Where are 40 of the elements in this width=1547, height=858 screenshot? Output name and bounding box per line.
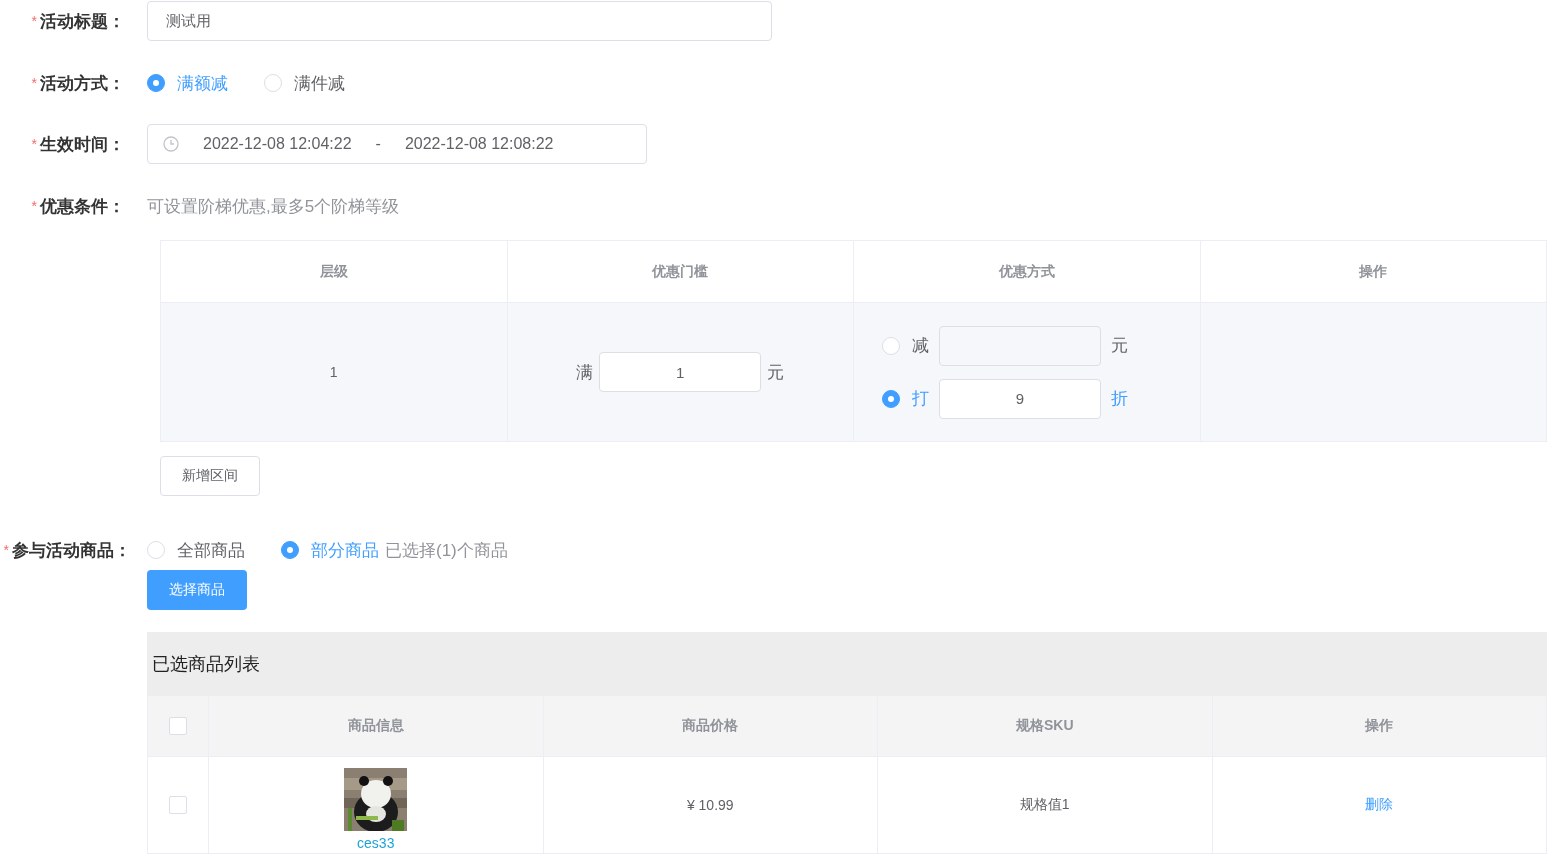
required-mark: *	[31, 198, 37, 214]
field-label: 生效时间：	[40, 133, 125, 156]
column-header: 规格SKU	[878, 696, 1213, 757]
threshold-input[interactable]: 1	[599, 352, 762, 392]
discount-radio[interactable]: 减	[882, 334, 929, 357]
column-header: 操作	[1212, 696, 1547, 757]
field-label: 活动标题：	[40, 10, 125, 33]
clock-icon	[163, 136, 179, 152]
column-header: 操作	[1200, 241, 1547, 303]
field-label: 参与活动商品：	[12, 539, 131, 562]
column-header: 商品价格	[543, 696, 878, 757]
panel-title: 已选商品列表	[151, 653, 261, 676]
unit-label: 元	[1111, 335, 1128, 357]
selection-note: 已选择(1)个商品	[385, 539, 508, 562]
field-label: 活动方式：	[40, 72, 125, 95]
required-mark: *	[3, 542, 9, 558]
condition-hint: 可设置阶梯优惠,最多5个阶梯等级	[147, 195, 400, 218]
table-cell: ¥ 10.99	[543, 757, 878, 853]
unit-label: 元	[767, 361, 785, 384]
column-header: 层级	[161, 241, 508, 303]
table-cell: 规格值1	[878, 757, 1213, 853]
field-label: 优惠条件：	[40, 195, 125, 218]
column-header: 商品信息	[209, 696, 544, 757]
radio-option[interactable]: 全部商品	[147, 538, 245, 562]
column-header: 优惠方式	[854, 241, 1201, 303]
table-cell: 1	[161, 303, 508, 441]
required-mark: *	[31, 136, 37, 152]
title-input[interactable]: 测试用	[147, 1, 772, 41]
radio-option[interactable]: 满件减	[264, 71, 345, 95]
required-mark: *	[31, 13, 37, 29]
column-header: 优惠门槛	[507, 241, 854, 303]
unit-label: 折	[1111, 388, 1128, 410]
discount-input[interactable]	[939, 325, 1101, 366]
checkbox[interactable]	[169, 796, 187, 814]
required-mark: *	[31, 75, 37, 91]
discount-input[interactable]: 9	[939, 378, 1101, 419]
checkbox[interactable]	[169, 717, 187, 735]
add-tier-button[interactable]: 新增区间	[160, 456, 260, 496]
date-range-field[interactable]: 2022-12-08 12:04:22 - 2022-12-08 12:08:22	[147, 124, 647, 164]
threshold-prefix: 满	[576, 361, 594, 384]
